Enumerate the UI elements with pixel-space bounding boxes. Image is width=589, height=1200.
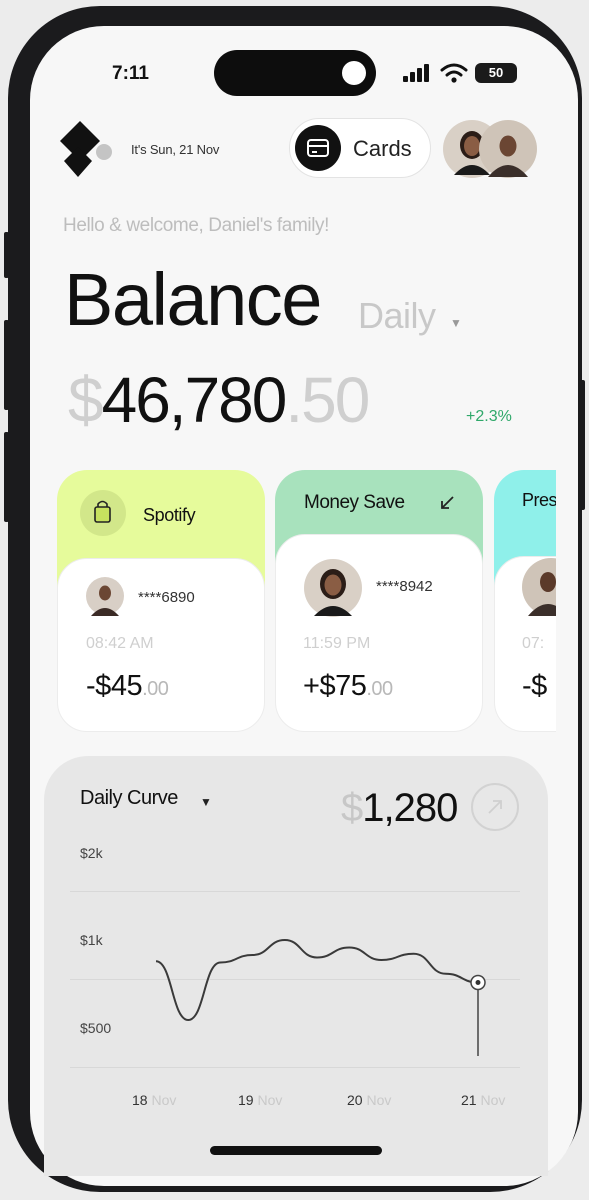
x-day: 19	[238, 1092, 254, 1108]
currency-symbol: $	[341, 786, 363, 830]
app-logo-icon[interactable]	[58, 117, 116, 181]
currency-symbol: $	[531, 670, 547, 702]
amount-value: 45	[110, 670, 143, 702]
x-day: 20	[347, 1092, 363, 1108]
home-indicator[interactable]	[210, 1146, 382, 1155]
grid-line	[70, 1067, 520, 1068]
chevron-down-icon[interactable]: ▼	[450, 316, 462, 330]
x-day: 18	[132, 1092, 148, 1108]
family-avatars[interactable]	[442, 119, 538, 179]
merchant-name: Spotify	[143, 505, 196, 525]
cards-button-label: Cards	[353, 136, 412, 161]
amount-cents: .00	[366, 678, 393, 700]
currency-symbol: $	[95, 670, 111, 702]
x-day: 21	[461, 1092, 477, 1108]
card-icon-circle	[295, 125, 341, 171]
account-number: ****8942	[376, 578, 433, 595]
avatar	[522, 558, 556, 616]
x-axis-label: 18 Nov	[132, 1092, 176, 1108]
date-label: It's Sun, 21 Nov	[131, 142, 220, 157]
balance-change-badge: +2.3%	[466, 408, 512, 425]
arrow-up-right-icon	[488, 800, 502, 814]
period-selector[interactable]: Daily	[358, 295, 436, 337]
x-month: Nov	[151, 1092, 177, 1108]
avatar	[304, 559, 362, 617]
transaction-time: 08:42 AM	[86, 635, 154, 652]
signal-icon	[403, 64, 429, 82]
y-axis-label: $1k	[80, 932, 103, 948]
grid-line	[70, 891, 520, 892]
avatar	[86, 577, 124, 616]
curve-amount-value: 1,280	[362, 786, 458, 830]
amount-sign: -	[522, 670, 532, 702]
shopping-bag-icon	[94, 500, 111, 523]
battery-indicator: 50	[475, 63, 517, 83]
balance-amount: $46,780.50	[68, 364, 370, 436]
dynamic-island	[214, 50, 376, 96]
merchant-name: Pres	[522, 490, 556, 510]
amount-sign: -	[86, 670, 96, 702]
x-month: Nov	[366, 1092, 392, 1108]
welcome-message: Hello & welcome, Daniel's family!	[63, 215, 330, 236]
x-month: Nov	[480, 1092, 506, 1108]
credit-card-icon	[307, 139, 329, 157]
daily-curve-title[interactable]: Daily Curve	[80, 787, 178, 810]
side-button	[4, 320, 9, 410]
expand-button[interactable]	[471, 783, 519, 831]
transaction-card-partial[interactable]: Pres 07: -$	[494, 466, 556, 736]
merchant-name: Money Save	[304, 492, 405, 513]
merchant-icon-circle	[80, 490, 126, 536]
balance-cents: .50	[285, 364, 370, 436]
side-button	[580, 380, 585, 510]
x-axis-label: 20 Nov	[347, 1092, 391, 1108]
y-axis-label: $2k	[80, 845, 103, 861]
balance-title: Balance	[64, 258, 322, 341]
amount-sign: +	[303, 670, 320, 702]
currency-symbol: $	[68, 364, 104, 436]
transaction-time: 11:59 PM	[303, 635, 371, 652]
curve-line	[155, 938, 479, 1022]
balance-whole: 46,780	[101, 364, 288, 436]
y-axis-label: $500	[80, 1020, 112, 1036]
currency-symbol: $	[319, 670, 336, 702]
side-button	[4, 432, 9, 522]
camera-dot	[342, 61, 366, 85]
amount-value: 75	[335, 670, 367, 702]
cards-button[interactable]: Cards	[289, 118, 431, 178]
x-axis-label: 21 Nov	[461, 1092, 505, 1108]
side-button	[4, 232, 9, 278]
transaction-amount: -$45.00	[86, 670, 169, 703]
transaction-amount: +$75.00	[303, 670, 393, 703]
status-time: 7:11	[112, 63, 149, 84]
current-point-center	[475, 980, 481, 985]
account-number: ****6890	[138, 589, 195, 606]
x-axis-label: 19 Nov	[238, 1092, 282, 1108]
x-month: Nov	[257, 1092, 283, 1108]
daily-curve-chart[interactable]	[146, 920, 496, 1056]
transaction-time: 07:	[522, 635, 545, 652]
amount-cents: .00	[142, 678, 169, 700]
arrow-down-left-icon[interactable]	[438, 494, 456, 512]
chevron-down-icon[interactable]: ▼	[200, 795, 212, 809]
daily-curve-amount: $1,280	[341, 786, 458, 831]
transaction-amount: -$	[522, 670, 547, 703]
wifi-icon	[440, 63, 468, 83]
